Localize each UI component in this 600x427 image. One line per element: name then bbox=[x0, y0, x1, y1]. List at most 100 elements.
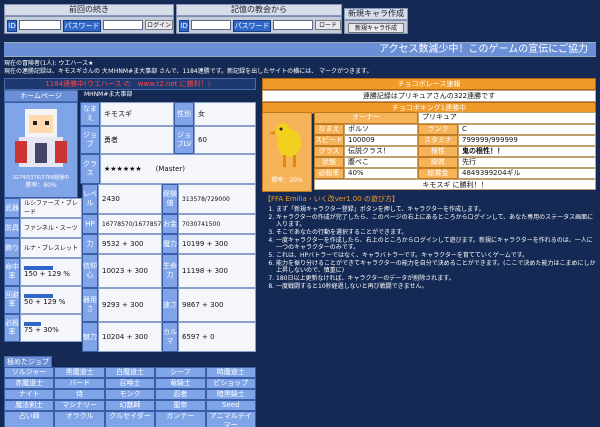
church-id-label: ID bbox=[179, 20, 189, 32]
current-adventurers: 現在の冒険者(1人): ウエハース★ bbox=[4, 60, 94, 67]
chocobo-name-label: なまえ bbox=[314, 124, 344, 135]
stamina-value: 799999/999999 bbox=[458, 135, 596, 146]
exp-caption: 3274/5376/3766経験中 bbox=[12, 175, 70, 181]
money-label: お金 bbox=[162, 214, 178, 234]
owner-value: プリキュア bbox=[418, 112, 596, 124]
character-panel: 1184連勝中(ウエハース の www.t2.net に勝利！） bbox=[4, 78, 256, 90]
accessory-value: ルナ・ブレスレット bbox=[20, 238, 82, 258]
guts-value: 鬼の根性！！ bbox=[458, 146, 596, 157]
job-item: 聖帝 bbox=[155, 400, 206, 411]
name-label: なまえ bbox=[80, 102, 100, 126]
stamina-label: スタミナ bbox=[418, 135, 458, 146]
howto-item: キャラクターの作成が完了したら、このページの右上にあるところからログインして、あ… bbox=[276, 214, 596, 228]
dexterity-value: 9293 + 300 bbox=[98, 288, 162, 322]
hit-rate-label: 命中率 bbox=[4, 258, 20, 286]
class-label: クラス bbox=[80, 154, 100, 184]
howto-item: 能力を振り分けることができてキャラクターの能力を自分で決めることができます。(こ… bbox=[276, 260, 596, 274]
chocobo-win-rate: 勝率：20% bbox=[271, 177, 303, 184]
job-item: 忍者 bbox=[155, 389, 206, 400]
level-value: 2430 bbox=[98, 184, 162, 214]
running-style-label: 脚質 bbox=[418, 157, 458, 168]
newchar-panel: 新規キャラ作成 新規キャラ作成 bbox=[344, 8, 408, 34]
job-item: 時魔道士 bbox=[205, 367, 256, 378]
rank-value: C bbox=[458, 124, 596, 135]
chocobo-portrait: 勝率：20% bbox=[262, 112, 312, 192]
howto-item: 一度戦闘すると10秒経過しないと再び戦闘できません。 bbox=[276, 283, 596, 290]
job-item: 侍 bbox=[54, 389, 105, 400]
job-item: ナイト bbox=[4, 389, 55, 400]
level-label: レベル bbox=[82, 184, 98, 214]
church-id-input[interactable] bbox=[191, 20, 231, 30]
owner-label: オーナー bbox=[314, 112, 418, 124]
gender-label: 性別 bbox=[174, 102, 194, 126]
login-password-input[interactable] bbox=[103, 20, 143, 30]
money-value: 7030741500 bbox=[178, 214, 256, 234]
job-item: アニマルテイマー bbox=[205, 411, 256, 427]
magic-label: 魔力 bbox=[162, 234, 178, 254]
chocobo-crit-value: 40% bbox=[344, 168, 418, 179]
job-item: 幻獣師 bbox=[104, 400, 156, 411]
evade-rate-label: 回避率 bbox=[4, 286, 20, 314]
id-label: ID bbox=[7, 20, 17, 32]
win-streak-text: 1184連勝中(ウエハース の www.t2.net に勝利！） bbox=[4, 78, 256, 90]
job-item: Seed bbox=[205, 400, 256, 411]
ad-banner: アクセス数減少中！このゲームの宣伝にご協力 bbox=[4, 42, 596, 57]
job-item: 魔法剣士 bbox=[4, 400, 55, 411]
job-item: モンク bbox=[104, 389, 156, 400]
load-button[interactable]: ロード bbox=[315, 20, 341, 30]
stats-table: レベル 2430 経験値 313578/729000 HP 16778570/1… bbox=[82, 184, 256, 352]
job-item: シーフ bbox=[155, 367, 206, 378]
howto-list: まず「新規キャラクター登録」ボタンを押して、キャラクターを作成します。 キャラク… bbox=[262, 206, 596, 290]
howto-item: そこであなたの行動を選択することができます。 bbox=[276, 229, 596, 236]
dexterity-label: 器用さ bbox=[82, 288, 98, 322]
guts-label: 根性 bbox=[418, 146, 458, 157]
login-button[interactable]: ログイン bbox=[145, 20, 173, 30]
mastered-jobs-grid: ソルジャー 黒魔道士 白魔道士 シーフ 時魔道士 赤魔道士 バード 召喚士 竜騎… bbox=[4, 367, 256, 427]
job-item: ピショップ bbox=[205, 378, 256, 389]
race-winner: キモスギ に勝利！！ bbox=[314, 179, 596, 190]
howto-item: 一度キャラクターを作成したら、右上のところからログインして遊びます。新規にキャラ… bbox=[276, 237, 596, 251]
name-value: キモスギ bbox=[100, 102, 174, 126]
speed-value: 9867 + 300 bbox=[178, 288, 256, 322]
weapon-label: 武器 bbox=[4, 198, 20, 218]
accessory-label: 飾り bbox=[4, 238, 20, 258]
rank-label: ランク bbox=[418, 124, 458, 135]
howto-item: 180日以上更新なければ、キャラクターのデータが削除されます。 bbox=[276, 275, 596, 282]
job-level-value: 60 bbox=[194, 126, 256, 154]
new-character-button[interactable]: 新規キャラ作成 bbox=[348, 23, 404, 33]
chocobo-icon bbox=[269, 123, 301, 167]
exp-label: 経験値 bbox=[162, 184, 178, 214]
gender-value: 女 bbox=[194, 102, 256, 126]
karma-label: カルマ bbox=[162, 322, 178, 352]
strength-label: 力 bbox=[82, 234, 98, 254]
crit-rate-value: 75 + 30% bbox=[24, 325, 59, 334]
job-item: クルセイダー bbox=[104, 411, 156, 427]
running-style-value: 先行 bbox=[458, 157, 596, 168]
job-item: 召喚士 bbox=[104, 378, 156, 389]
job-item: 竜騎士 bbox=[155, 378, 206, 389]
homepage-link[interactable]: ホームページ bbox=[4, 90, 78, 102]
chocobo-crit-label: 必殺率 bbox=[314, 168, 344, 179]
prize-label: 総賞金 bbox=[418, 168, 458, 179]
job-item: 占い師 bbox=[4, 411, 55, 427]
condition-label: 状態 bbox=[314, 157, 344, 168]
job-item: 白魔道士 bbox=[104, 367, 156, 378]
crit-rate-label: 必殺率 bbox=[4, 314, 20, 342]
job-label: ジョブ bbox=[80, 126, 100, 154]
speed-value: 100009 bbox=[344, 135, 418, 146]
hp-value: 16778570/16778570 bbox=[98, 214, 165, 234]
charm-label: 魅力 bbox=[82, 322, 98, 352]
exp-value: 313578/729000 bbox=[178, 184, 256, 214]
job-item: ソルジャー bbox=[4, 367, 55, 378]
condition-value: 腹ぺこ bbox=[344, 157, 418, 168]
record-info: 現在の連勝記録は、キモスギさんの 大ＭHNM#ま大事部 さんで、1184連勝です… bbox=[4, 68, 373, 75]
vitality-label: 生命力 bbox=[162, 254, 178, 288]
vitality-value: 11198 + 300 bbox=[178, 254, 256, 288]
faith-label: 信仰心 bbox=[82, 254, 98, 288]
church-password-input[interactable] bbox=[273, 20, 313, 30]
speed-label: 速さ bbox=[162, 288, 178, 322]
faith-value: 10023 + 300 bbox=[98, 254, 162, 288]
login-id-input[interactable] bbox=[19, 20, 61, 30]
howto-section: 【FFA Emilia・いく改ver1.00 の遊び方】 まず「新規キャラクター… bbox=[262, 194, 596, 291]
chocobo-class-label: クラス bbox=[314, 146, 344, 157]
